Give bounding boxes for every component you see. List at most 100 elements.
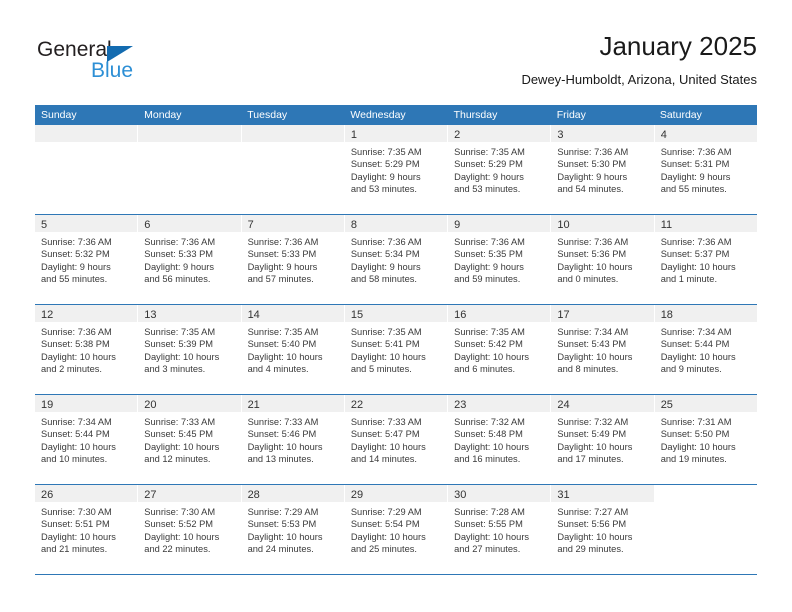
- calendar-week-row: 26 Sunrise: 7:30 AM Sunset: 5:51 PM Dayligh…: [35, 485, 757, 575]
- calendar-day-cell[interactable]: 17 Sunrise: 7:34 AM Sunset: 5:43 PM Dayligh…: [551, 305, 655, 394]
- calendar-day-cell[interactable]: 3 Sunrise: 7:36 AM Sunset: 5:30 PM Daylight…: [551, 125, 655, 214]
- sunset-text: Sunset: 5:33 PM: [247, 249, 317, 260]
- sunrise-text: Sunrise: 7:36 AM: [557, 147, 629, 157]
- calendar-day-cell[interactable]: 24 Sunrise: 7:32 AM Sunset: 5:49 PM Dayligh…: [551, 395, 655, 484]
- daylight-text-line1: Daylight: 10 hours: [350, 441, 426, 452]
- day-details: Sunrise: 7:35 AM Sunset: 5:42 PM Daylight:…: [448, 322, 550, 376]
- day-number-band: 27: [138, 485, 241, 502]
- day-details: Sunrise: 7:27 AM Sunset: 5:56 PM Daylight:…: [551, 502, 653, 556]
- calendar-day-cell[interactable]: 1 Sunrise: 7:35 AM Sunset: 5:29 PM Daylight…: [344, 125, 449, 214]
- daylight-text-line2: and 54 minutes.: [557, 184, 624, 195]
- day-details: Sunrise: 7:35 AM Sunset: 5:40 PM Daylight:…: [242, 322, 344, 376]
- day-number-band: 17: [551, 305, 654, 322]
- day-details: Sunrise: 7:32 AM Sunset: 5:49 PM Daylight:…: [551, 412, 653, 466]
- calendar-day-cell[interactable]: 8 Sunrise: 7:36 AM Sunset: 5:34 PM Daylight…: [344, 215, 449, 304]
- daylight-text-line2: and 8 minutes.: [557, 364, 619, 375]
- calendar-day-cell[interactable]: 9 Sunrise: 7:36 AM Sunset: 5:35 PM Daylight…: [448, 215, 552, 304]
- sunrise-text: Sunrise: 7:34 AM: [41, 417, 112, 427]
- day-details: Sunrise: 7:36 AM Sunset: 5:38 PM Daylight:…: [35, 322, 137, 376]
- day-details: Sunrise: 7:35 AM Sunset: 5:29 PM Daylight:…: [345, 142, 447, 196]
- weekday-header-wednesday: Wednesday: [350, 109, 406, 121]
- calendar-day-cell[interactable]: 19 Sunrise: 7:34 AM Sunset: 5:44 PM Dayligh…: [35, 395, 139, 484]
- day-number-band: 12: [35, 305, 138, 322]
- day-number-band: 29: [344, 485, 448, 502]
- day-number: 20: [144, 399, 157, 411]
- daylight-text-line2: and 16 minutes.: [454, 454, 521, 465]
- day-number: 23: [454, 399, 467, 411]
- calendar-day-cell[interactable]: 10 Sunrise: 7:36 AM Sunset: 5:36 PM Dayligh…: [551, 215, 655, 304]
- daylight-text-line2: and 19 minutes.: [660, 454, 727, 465]
- daylight-text-line1: Daylight: 10 hours: [350, 351, 426, 362]
- day-details: Sunrise: 7:33 AM Sunset: 5:46 PM Daylight:…: [242, 412, 344, 466]
- day-details: Sunrise: 7:35 AM Sunset: 5:41 PM Daylight:…: [345, 322, 447, 376]
- calendar-day-cell[interactable]: 31 Sunrise: 7:27 AM Sunset: 5:56 PM Dayligh…: [551, 485, 655, 574]
- daylight-text-line1: Daylight: 9 hours: [454, 261, 524, 272]
- day-number: 29: [350, 489, 364, 501]
- day-number: 10: [557, 219, 570, 231]
- sunset-text: Sunset: 5:56 PM: [557, 519, 627, 530]
- sunrise-text: Sunrise: 7:35 AM: [144, 327, 216, 337]
- calendar-day-cell[interactable]: 30 Sunrise: 7:28 AM Sunset: 5:55 PM Dayligh…: [448, 485, 552, 574]
- daylight-text-line2: and 6 minutes.: [454, 364, 516, 375]
- weekday-header-row: Sunday Monday Tuesday Wednesday Thursday Frid…: [35, 105, 757, 125]
- calendar-day-cell[interactable]: 4 Sunrise: 7:36 AM Sunset: 5:31 PM Daylight…: [654, 125, 757, 214]
- daylight-text-line2: and 10 minutes.: [41, 454, 108, 465]
- calendar-day-cell[interactable]: 14 Sunrise: 7:35 AM Sunset: 5:40 PM Dayligh…: [241, 305, 345, 394]
- calendar-day-cell[interactable]: 26 Sunrise: 7:30 AM Sunset: 5:51 PM Dayligh…: [35, 485, 139, 574]
- daylight-text-line1: Daylight: 10 hours: [144, 441, 220, 452]
- sunset-text: Sunset: 5:52 PM: [144, 519, 214, 530]
- day-number: 25: [660, 399, 673, 411]
- day-details: Sunrise: 7:28 AM Sunset: 5:55 PM Daylight:…: [448, 502, 550, 556]
- calendar-day-cell[interactable]: 11 Sunrise: 7:36 AM Sunset: 5:37 PM Dayligh…: [654, 215, 757, 304]
- sunset-text: Sunset: 5:46 PM: [247, 429, 317, 440]
- calendar-day-cell[interactable]: 22 Sunrise: 7:33 AM Sunset: 5:47 PM Dayligh…: [344, 395, 449, 484]
- day-number: 16: [454, 309, 467, 321]
- daylight-text-line1: Daylight: 10 hours: [660, 351, 736, 362]
- day-number: 24: [557, 399, 570, 411]
- calendar-body: 1 Sunrise: 7:35 AM Sunset: 5:29 PM Daylight…: [35, 125, 757, 575]
- daylight-text-line2: and 3 minutes.: [144, 364, 206, 375]
- calendar-day-cell[interactable]: 20 Sunrise: 7:33 AM Sunset: 5:45 PM Dayligh…: [138, 395, 242, 484]
- calendar-day-cell[interactable]: 6 Sunrise: 7:36 AM Sunset: 5:33 PM Daylight…: [138, 215, 242, 304]
- page-title: January 2025: [599, 31, 757, 61]
- sunset-text: Sunset: 5:30 PM: [557, 159, 627, 170]
- day-details: Sunrise: 7:34 AM Sunset: 5:43 PM Daylight:…: [551, 322, 653, 376]
- calendar-day-cell[interactable]: 13 Sunrise: 7:35 AM Sunset: 5:39 PM Dayligh…: [138, 305, 242, 394]
- calendar-day-cell[interactable]: 7 Sunrise: 7:36 AM Sunset: 5:33 PM Daylight…: [241, 215, 345, 304]
- daylight-text-line2: and 4 minutes.: [247, 364, 309, 375]
- daylight-text-line2: and 59 minutes.: [454, 274, 521, 285]
- day-number-band: [241, 125, 344, 142]
- daylight-text-line2: and 12 minutes.: [144, 454, 211, 465]
- sunrise-text: Sunrise: 7:27 AM: [557, 507, 629, 517]
- sunset-text: Sunset: 5:37 PM: [660, 249, 730, 260]
- page-subtitle: Dewey-Humboldt, Arizona, United States: [521, 72, 757, 87]
- calendar-day-cell[interactable]: 18 Sunrise: 7:34 AM Sunset: 5:44 PM Dayligh…: [654, 305, 757, 394]
- calendar-day-cell[interactable]: 28 Sunrise: 7:29 AM Sunset: 5:53 PM Dayligh…: [241, 485, 345, 574]
- weekday-header-saturday: Saturday: [659, 109, 702, 121]
- calendar-day-cell[interactable]: 29 Sunrise: 7:29 AM Sunset: 5:54 PM Dayligh…: [344, 485, 449, 574]
- calendar-day-cell[interactable]: 15 Sunrise: 7:35 AM Sunset: 5:41 PM Dayligh…: [344, 305, 449, 394]
- sunset-text: Sunset: 5:43 PM: [557, 339, 627, 350]
- calendar-day-cell[interactable]: 2 Sunrise: 7:35 AM Sunset: 5:29 PM Daylight…: [448, 125, 552, 214]
- calendar-day-cell[interactable]: 12 Sunrise: 7:36 AM Sunset: 5:38 PM Dayligh…: [35, 305, 139, 394]
- calendar-day-cell[interactable]: 16 Sunrise: 7:35 AM Sunset: 5:42 PM Dayligh…: [448, 305, 552, 394]
- daylight-text-line1: Daylight: 10 hours: [41, 531, 116, 542]
- calendar-day-cell[interactable]: 21 Sunrise: 7:33 AM Sunset: 5:46 PM Dayligh…: [241, 395, 345, 484]
- calendar-day-cell[interactable]: 27 Sunrise: 7:30 AM Sunset: 5:52 PM Dayligh…: [138, 485, 242, 574]
- day-number: 8: [350, 219, 357, 231]
- sunrise-text: Sunrise: 7:31 AM: [660, 417, 732, 427]
- calendar-day-cell[interactable]: 5 Sunrise: 7:36 AM Sunset: 5:32 PM Daylight…: [35, 215, 139, 304]
- daylight-text-line1: Daylight: 9 hours: [144, 261, 215, 272]
- daylight-text-line1: Daylight: 10 hours: [41, 441, 116, 452]
- calendar-day-cell[interactable]: 25 Sunrise: 7:31 AM Sunset: 5:50 PM Dayligh…: [654, 395, 757, 484]
- calendar-week-row: 5 Sunrise: 7:36 AM Sunset: 5:32 PM Daylight…: [35, 215, 757, 305]
- day-number-band: 5: [35, 215, 138, 232]
- logo-text-blue: Blue: [91, 59, 134, 82]
- day-details: Sunrise: 7:36 AM Sunset: 5:33 PM Daylight:…: [138, 232, 240, 286]
- general-blue-logo: General Blue: [35, 38, 215, 90]
- sunrise-text: Sunrise: 7:29 AM: [247, 507, 319, 517]
- calendar-grid: Sunday Monday Tuesday Wednesday Thursday Frid…: [35, 105, 757, 575]
- calendar-day-cell[interactable]: 23 Sunrise: 7:32 AM Sunset: 5:48 PM Dayligh…: [448, 395, 552, 484]
- daylight-text-line1: Daylight: 10 hours: [557, 351, 633, 362]
- day-number: 11: [660, 219, 673, 231]
